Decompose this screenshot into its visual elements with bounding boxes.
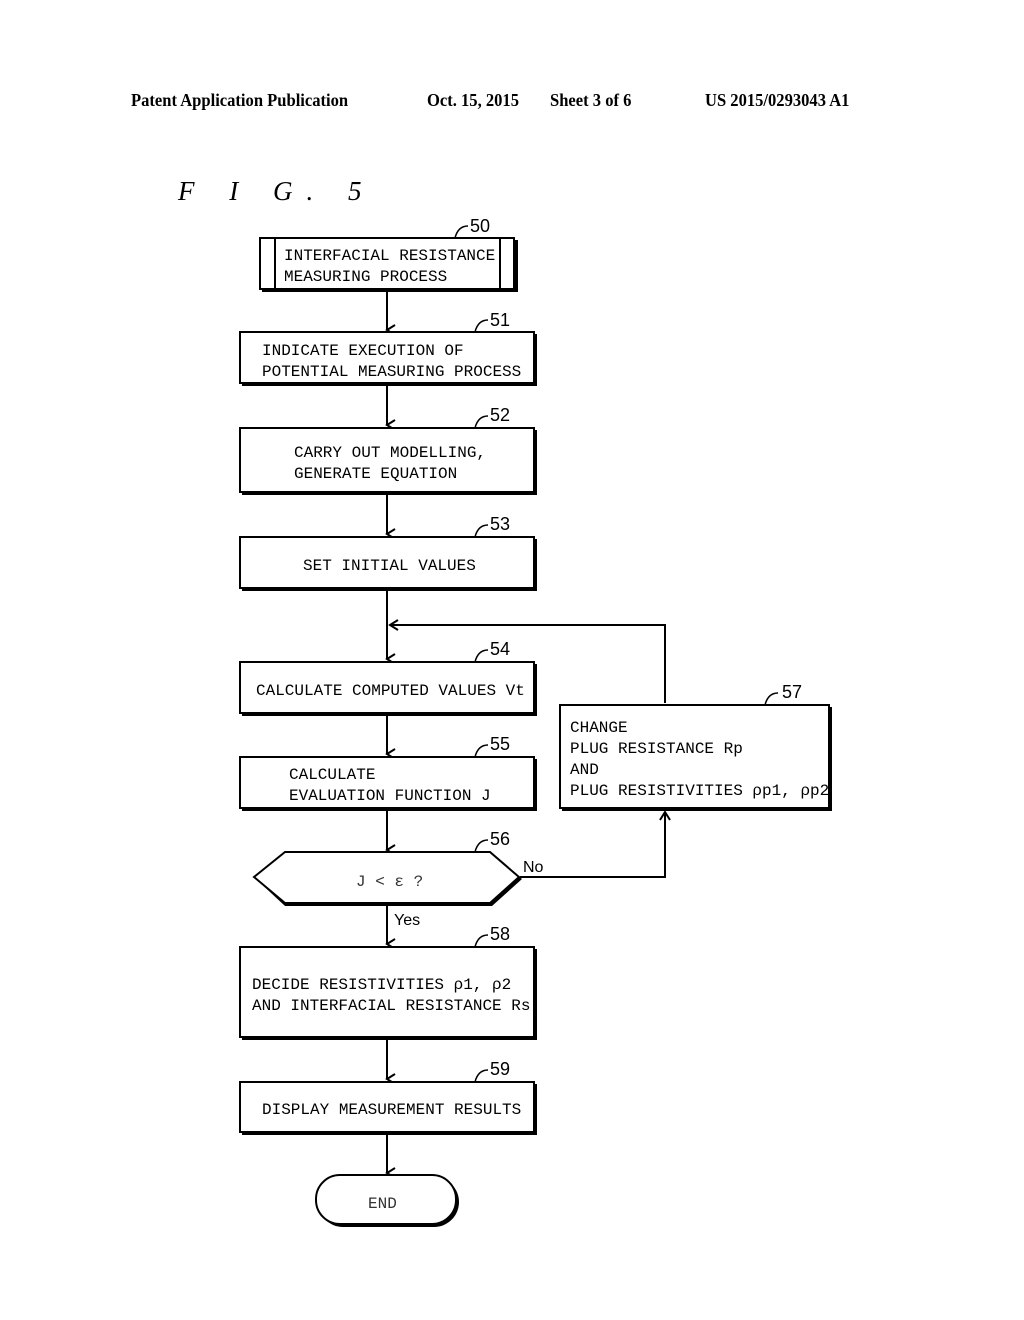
ref-58: 58 <box>490 924 510 944</box>
ref-54: 54 <box>490 639 510 659</box>
end-label: END <box>368 1195 397 1213</box>
ref-50: 50 <box>470 216 490 236</box>
step-57-box: CHANGE PLUG RESISTANCE Rp AND PLUG RESIS… <box>559 682 832 811</box>
ref-56: 56 <box>490 829 510 849</box>
ref-52: 52 <box>490 405 510 425</box>
ref-51: 51 <box>490 310 510 330</box>
step-57-line-4: PLUG RESISTIVITIES ρp1, ρp2 <box>570 782 829 800</box>
step-56-condition: J < ε ? <box>356 873 423 891</box>
step-55-line-1: CALCULATE <box>289 766 375 784</box>
step-52-line-2: GENERATE EQUATION <box>294 465 457 483</box>
step-54-box: CALCULATE COMPUTED VALUES Vt 54 <box>239 639 537 716</box>
yes-label: Yes <box>394 912 420 929</box>
step-57-line-1: CHANGE <box>570 719 628 737</box>
step-58-line-1: DECIDE RESISTIVITIES ρ1, ρ2 <box>252 976 511 994</box>
ref-53: 53 <box>490 514 510 534</box>
step-51-line-2: POTENTIAL MEASURING PROCESS <box>262 363 521 381</box>
step-59-box: DISPLAY MEASUREMENT RESULTS 59 <box>239 1059 537 1135</box>
step-58-line-2: AND INTERFACIAL RESISTANCE Rs <box>252 997 530 1015</box>
step-50-line-1: INTERFACIAL RESISTANCE <box>284 247 495 265</box>
step-51-box: INDICATE EXECUTION OF POTENTIAL MEASURIN… <box>239 310 537 386</box>
step-50-predefined-process: INTERFACIAL RESISTANCE MEASURING PROCESS… <box>259 216 518 292</box>
step-55-box: CALCULATE EVALUATION FUNCTION J 55 <box>239 734 537 811</box>
step-54-line-1: CALCULATE COMPUTED VALUES Vt <box>256 682 525 700</box>
step-55-line-2: EVALUATION FUNCTION J <box>289 787 491 805</box>
ref-55: 55 <box>490 734 510 754</box>
flowchart: INTERFACIAL RESISTANCE MEASURING PROCESS… <box>239 216 832 1227</box>
no-label: No <box>523 859 544 876</box>
end-terminator: END <box>315 1174 459 1227</box>
step-52-box: CARRY OUT MODELLING, GENERATE EQUATION 5… <box>239 405 537 495</box>
ref-57: 57 <box>782 682 802 702</box>
step-53-box: SET INITIAL VALUES 53 <box>239 514 537 591</box>
step-52-line-1: CARRY OUT MODELLING, <box>294 444 486 462</box>
step-57-line-3: AND <box>570 761 599 779</box>
step-51-line-1: INDICATE EXECUTION OF <box>262 342 464 360</box>
step-57-line-2: PLUG RESISTANCE Rp <box>570 740 743 758</box>
step-59-line-1: DISPLAY MEASUREMENT RESULTS <box>262 1101 521 1119</box>
step-58-box: DECIDE RESISTIVITIES ρ1, ρ2 AND INTERFAC… <box>239 924 537 1040</box>
ref-59: 59 <box>490 1059 510 1079</box>
step-53-line-1: SET INITIAL VALUES <box>303 557 476 575</box>
step-50-line-2: MEASURING PROCESS <box>284 268 447 286</box>
